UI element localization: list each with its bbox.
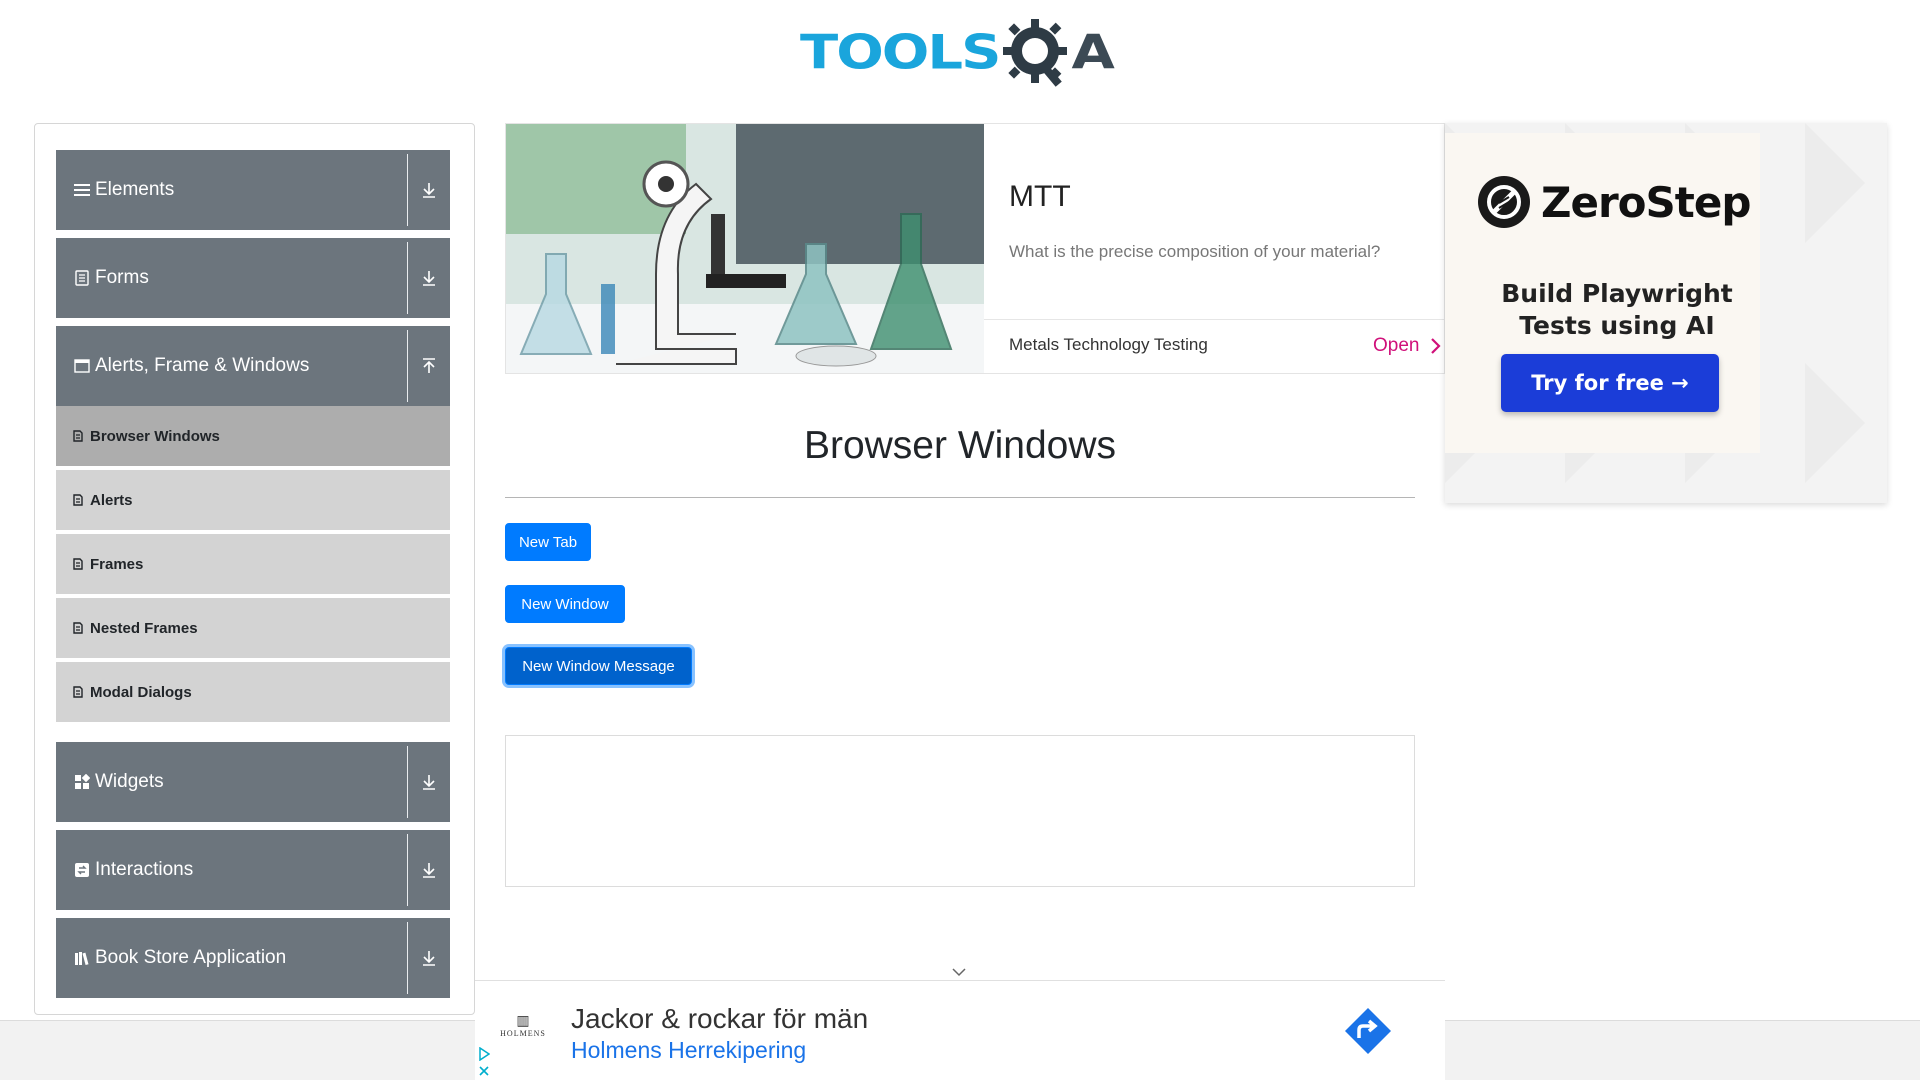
document-icon bbox=[71, 621, 85, 635]
content-output-area bbox=[505, 735, 1415, 887]
sidebar-item-frames[interactable]: Frames bbox=[56, 534, 450, 596]
holmens-logo: ▥ HOLMENS bbox=[495, 1015, 551, 1049]
chevron-down-icon[interactable] bbox=[950, 966, 968, 978]
new-tab-button[interactable]: New Tab bbox=[505, 523, 591, 561]
download-icon[interactable] bbox=[408, 918, 450, 998]
sidebar: Elements Forms Alerts, Frame & Windows B… bbox=[34, 123, 475, 1015]
document-icon bbox=[71, 493, 85, 507]
holmens-logo-text: HOLMENS bbox=[500, 1029, 546, 1038]
ad-subtitle[interactable]: Holmens Herrekipering bbox=[571, 1037, 806, 1064]
sidebar-item-label: Nested Frames bbox=[90, 619, 198, 637]
document-icon bbox=[71, 685, 85, 699]
sidebar-item-label: Browser Windows bbox=[90, 427, 220, 445]
widgets-icon bbox=[73, 773, 91, 791]
sidebar-group-label: Book Store Application bbox=[95, 947, 287, 968]
sidebar-group-book-store-application[interactable]: Book Store Application bbox=[56, 918, 450, 998]
divider bbox=[984, 319, 1444, 320]
zerostep-tagline-line1: Build Playwright bbox=[1501, 279, 1733, 308]
window-icon bbox=[73, 357, 91, 375]
ad-banner-holmens[interactable]: ▥ HOLMENS Jackor & rockar för män Holmen… bbox=[475, 980, 1445, 1080]
close-icon[interactable] bbox=[478, 1065, 490, 1077]
ad-lab-photo bbox=[506, 124, 984, 373]
sidebar-item-nested-frames[interactable]: Nested Frames bbox=[56, 598, 450, 660]
list-icon bbox=[73, 269, 91, 287]
ad-banner-mtt[interactable]: MTT What is the precise composition of y… bbox=[505, 123, 1445, 374]
ad-open-link[interactable]: Open bbox=[1373, 335, 1419, 357]
upload-icon[interactable] bbox=[408, 326, 450, 406]
interactions-icon bbox=[73, 861, 91, 879]
ad-banner-zerostep[interactable]: ZeroStep Build Playwright Tests using AI… bbox=[1445, 123, 1887, 503]
document-icon bbox=[71, 557, 85, 571]
sidebar-item-alerts[interactable]: Alerts bbox=[56, 470, 450, 532]
download-icon[interactable] bbox=[408, 830, 450, 910]
new-window-button[interactable]: New Window bbox=[505, 585, 625, 623]
adchoices-play-icon[interactable] bbox=[478, 1047, 490, 1061]
download-icon[interactable] bbox=[408, 150, 450, 230]
chevron-right-icon[interactable] bbox=[1429, 336, 1443, 356]
holmens-monogram-icon: ▥ bbox=[516, 1014, 530, 1029]
sidebar-item-browser-windows[interactable]: Browser Windows bbox=[56, 406, 450, 468]
zerostep-brand: ZeroStep bbox=[1541, 177, 1751, 227]
sidebar-group-forms[interactable]: Forms bbox=[56, 238, 450, 318]
gear-magnifier-icon bbox=[1003, 19, 1068, 87]
zerostep-logo-icon bbox=[1478, 176, 1530, 228]
zerostep-tagline-line2: Tests using AI bbox=[1519, 311, 1715, 340]
sidebar-group-interactions[interactable]: Interactions bbox=[56, 830, 450, 910]
toolsqa-logo[interactable]: TOOLS A bbox=[800, 14, 1130, 92]
document-icon bbox=[71, 429, 85, 443]
sidebar-group-label: Alerts, Frame & Windows bbox=[95, 355, 310, 376]
sidebar-group-alerts-frame-windows[interactable]: Alerts, Frame & Windows bbox=[56, 326, 450, 406]
zerostep-tagline: Build Playwright Tests using AI bbox=[1467, 278, 1767, 342]
sidebar-item-modal-dialogs[interactable]: Modal Dialogs bbox=[56, 662, 450, 724]
ad-title: Jackor & rockar för män bbox=[571, 1003, 869, 1034]
ad-title: MTT bbox=[1009, 180, 1071, 213]
download-icon[interactable] bbox=[408, 742, 450, 822]
sidebar-group-label: Widgets bbox=[95, 771, 164, 792]
menu-icon bbox=[73, 181, 91, 199]
ad-subtitle: What is the precise composition of your … bbox=[1009, 242, 1381, 261]
directions-arrow-icon[interactable] bbox=[1343, 1006, 1393, 1056]
ad-company-name: Metals Technology Testing bbox=[1009, 335, 1208, 354]
divider bbox=[505, 497, 1415, 498]
sidebar-item-label: Modal Dialogs bbox=[90, 683, 192, 701]
new-window-message-button[interactable]: New Window Message bbox=[505, 647, 692, 685]
sidebar-group-label: Elements bbox=[95, 179, 175, 200]
header: TOOLS A bbox=[0, 0, 1920, 100]
sidebar-group-label: Interactions bbox=[95, 859, 194, 880]
sidebar-item-label: Frames bbox=[90, 555, 144, 573]
books-icon bbox=[73, 949, 91, 967]
sidebar-group-label: Forms bbox=[95, 267, 149, 288]
logo-text-a: A bbox=[1071, 24, 1115, 81]
sidebar-group-elements[interactable]: Elements bbox=[56, 150, 450, 230]
page-title: Browser Windows bbox=[803, 424, 1117, 467]
download-icon[interactable] bbox=[408, 238, 450, 318]
logo-text-tools: TOOLS bbox=[800, 24, 1001, 81]
zerostep-logo: ZeroStep bbox=[1477, 175, 1751, 229]
sidebar-group-widgets[interactable]: Widgets bbox=[56, 742, 450, 822]
try-for-free-button[interactable]: Try for free → bbox=[1501, 354, 1719, 412]
sidebar-item-label: Alerts bbox=[90, 491, 133, 509]
